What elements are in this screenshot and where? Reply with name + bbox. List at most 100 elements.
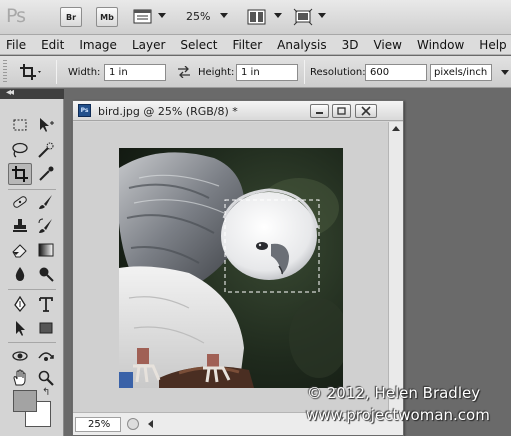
scroll-up-icon[interactable] xyxy=(392,126,400,131)
3d-orbit-icon xyxy=(38,352,54,361)
chevron-down-icon xyxy=(501,70,509,75)
close-icon xyxy=(361,106,371,116)
gradient-tool[interactable] xyxy=(34,239,58,261)
hand-icon xyxy=(13,369,26,386)
stamp-icon xyxy=(13,219,27,232)
crop-tool-preset-icon[interactable] xyxy=(18,62,44,82)
history-brush-icon xyxy=(38,218,52,233)
menu-window[interactable]: Window xyxy=(417,38,464,52)
3d-orbit-tool[interactable] xyxy=(34,345,58,367)
rectangle-shape-icon xyxy=(39,322,53,334)
eraser-tool[interactable] xyxy=(8,239,32,261)
menu-filter[interactable]: Filter xyxy=(232,38,262,52)
launch-bridge-button[interactable]: Br xyxy=(60,7,82,27)
crop-icon xyxy=(12,166,28,182)
menu-image[interactable]: Image xyxy=(79,38,117,52)
lasso-tool[interactable] xyxy=(8,139,32,161)
menu-file[interactable]: File xyxy=(6,38,26,52)
minimize-icon xyxy=(316,112,323,114)
maximize-button[interactable] xyxy=(332,104,351,118)
menu-view[interactable]: View xyxy=(373,38,401,52)
hand-tool[interactable] xyxy=(8,367,32,389)
menu-help[interactable]: Help xyxy=(479,38,506,52)
website-watermark: www.projectwoman.com xyxy=(306,406,490,424)
resolution-unit-select[interactable]: pixels/inch xyxy=(430,64,509,81)
menu-select[interactable]: Select xyxy=(180,38,217,52)
maximize-icon xyxy=(337,107,346,115)
collapse-toolbox-icon[interactable]: ◂◂ xyxy=(6,87,14,98)
eyedropper-icon xyxy=(39,166,54,181)
copyright-watermark: © 2012, Helen Bradley xyxy=(307,384,481,402)
3d-rotate-icon xyxy=(12,351,28,361)
zoom-dropdown-icon[interactable] xyxy=(220,13,228,18)
history-brush-tool[interactable] xyxy=(34,215,58,237)
document-title-bar[interactable]: Ps bird.jpg @ 25% (RGB/8) * xyxy=(73,101,403,121)
height-field[interactable] xyxy=(236,64,298,81)
zoom-tool[interactable] xyxy=(34,367,58,389)
brush-tool[interactable] xyxy=(34,191,58,213)
toolbox: ↰ xyxy=(0,99,64,436)
menu-edit[interactable]: Edit xyxy=(41,38,64,52)
options-bar-grip[interactable] xyxy=(3,60,7,84)
status-info-button[interactable] xyxy=(127,418,139,430)
arrange-documents-icon[interactable] xyxy=(246,7,268,27)
lasso-icon xyxy=(12,142,28,158)
menu-layer[interactable]: Layer xyxy=(132,38,165,52)
move-tool[interactable] xyxy=(34,114,58,136)
pen-icon xyxy=(14,296,26,312)
resolution-unit-value: pixels/inch xyxy=(434,67,488,78)
arrange-documents-dropdown-icon[interactable] xyxy=(274,13,282,18)
bandage-icon xyxy=(13,196,27,208)
move-arrow-icon xyxy=(40,118,54,132)
swap-dimensions-icon[interactable] xyxy=(177,66,191,78)
resolution-field[interactable] xyxy=(365,64,427,81)
width-field[interactable] xyxy=(104,64,166,81)
view-extras-dropdown-icon[interactable] xyxy=(158,13,166,18)
toolbox-separator xyxy=(8,189,56,190)
shape-tool[interactable] xyxy=(34,317,58,339)
resolution-label: Resolution: xyxy=(310,67,366,78)
launch-mini-bridge-button[interactable]: Mb xyxy=(96,7,118,27)
3d-rotate-tool[interactable] xyxy=(8,345,32,367)
type-tool[interactable] xyxy=(34,293,58,315)
vertical-scrollbar[interactable] xyxy=(388,122,403,412)
screen-mode-dropdown-icon[interactable] xyxy=(318,13,326,18)
magnifier-icon xyxy=(38,370,54,386)
menu-3d[interactable]: 3D xyxy=(342,38,359,52)
document-title: bird.jpg @ 25% (RGB/8) * xyxy=(98,105,238,118)
brush-icon xyxy=(39,195,52,209)
toolbox-header[interactable]: ◂◂ xyxy=(0,87,64,99)
crop-tool[interactable] xyxy=(8,163,32,185)
swap-colors-icon[interactable]: ↰ xyxy=(42,387,50,398)
path-selection-icon xyxy=(16,321,25,336)
eraser-icon xyxy=(12,244,27,258)
zoom-level[interactable]: 25% xyxy=(186,10,210,23)
status-left-arrow-icon[interactable] xyxy=(148,420,153,428)
pen-tool[interactable] xyxy=(8,293,32,315)
canvas-area[interactable] xyxy=(73,122,388,412)
status-zoom-field[interactable]: 25% xyxy=(75,417,121,432)
marquee-tool[interactable] xyxy=(8,114,32,136)
bird-photo[interactable] xyxy=(119,148,343,388)
view-extras-icon[interactable] xyxy=(132,7,154,27)
rectangular-marquee-icon xyxy=(13,119,27,131)
healing-brush-tool[interactable] xyxy=(8,191,32,213)
path-selection-tool[interactable] xyxy=(8,317,32,339)
quick-selection-tool[interactable] xyxy=(34,139,58,161)
clone-stamp-tool[interactable] xyxy=(8,215,32,237)
toolbox-separator xyxy=(8,289,56,290)
options-separator xyxy=(56,60,57,84)
menu-bar: File Edit Image Layer Select Filter Anal… xyxy=(0,35,511,55)
toolbox-separator xyxy=(8,342,56,343)
minimize-button[interactable] xyxy=(310,104,329,118)
screen-mode-icon[interactable] xyxy=(292,7,314,27)
height-label: Height: xyxy=(198,67,235,78)
gradient-icon xyxy=(38,243,54,257)
options-bar: Width: Height: Resolution: pixels/inch xyxy=(0,56,511,88)
close-button[interactable] xyxy=(355,104,377,118)
eyedropper-tool[interactable] xyxy=(34,163,58,185)
dodge-tool[interactable] xyxy=(34,263,58,285)
foreground-color-swatch[interactable] xyxy=(13,390,37,412)
menu-analysis[interactable]: Analysis xyxy=(277,38,326,52)
blur-tool[interactable] xyxy=(8,263,32,285)
